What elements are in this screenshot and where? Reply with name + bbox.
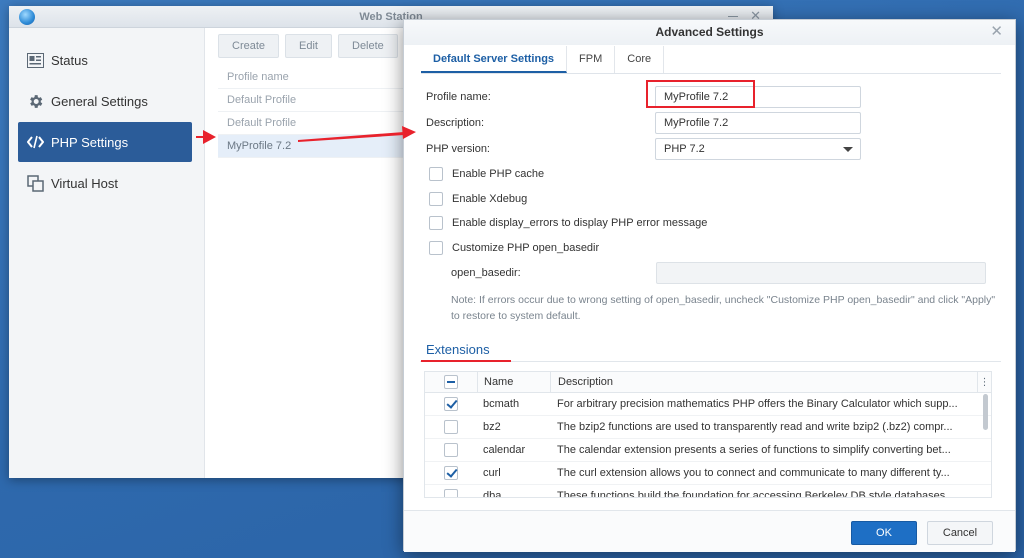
table-scrollbar[interactable] bbox=[983, 394, 988, 430]
gear-icon bbox=[26, 92, 44, 110]
extension-description: The curl extension allows you to connect… bbox=[557, 466, 950, 479]
annotation-underline bbox=[421, 360, 511, 362]
customize-open-basedir-label: Customize PHP open_basedir bbox=[452, 242, 600, 254]
tab-default-server-settings[interactable]: Default Server Settings bbox=[421, 46, 568, 73]
extension-name: bz2 bbox=[483, 420, 501, 433]
sidebar-item-label: Virtual Host bbox=[51, 175, 118, 191]
code-icon bbox=[26, 133, 44, 151]
annotation-highlight-box bbox=[646, 80, 755, 108]
dialog-title: Advanced Settings bbox=[404, 20, 1015, 45]
delete-button[interactable]: Delete bbox=[338, 34, 398, 58]
extension-description: For arbitrary precision mathematics PHP … bbox=[557, 397, 958, 410]
profile-row-selected[interactable]: MyProfile 7.2 bbox=[218, 135, 428, 158]
table-row[interactable]: dba These functions build the foundation… bbox=[425, 485, 991, 498]
profile-row[interactable]: Default Profile bbox=[218, 89, 428, 112]
sidebar-item-virtual-host[interactable]: Virtual Host bbox=[18, 163, 192, 203]
enable-xdebug-checkbox[interactable] bbox=[429, 192, 443, 206]
profile-list: Profile name Default Profile Default Pro… bbox=[218, 66, 428, 158]
extension-name: bcmath bbox=[483, 397, 520, 410]
php-version-value: PHP 7.2 bbox=[664, 143, 705, 155]
tab-core[interactable]: Core bbox=[615, 46, 665, 73]
extension-name: dba bbox=[483, 489, 502, 498]
sidebar-item-label: Status bbox=[51, 52, 88, 68]
table-row[interactable]: calendar The calendar extension presents… bbox=[425, 439, 991, 462]
sidebar-item-label: PHP Settings bbox=[51, 134, 129, 150]
dialog-footer: OK Cancel bbox=[404, 510, 1015, 552]
extension-description: The calendar extension presents a series… bbox=[557, 443, 951, 456]
enable-php-cache-checkbox[interactable] bbox=[429, 167, 443, 181]
dialog-close-icon[interactable]: ✕ bbox=[990, 24, 1003, 40]
extension-description: These functions build the foundation for… bbox=[557, 489, 955, 498]
toolbar: Create Edit Delete bbox=[218, 34, 398, 58]
sidebar-item-general-settings[interactable]: General Settings bbox=[18, 81, 192, 121]
status-icon bbox=[26, 51, 44, 69]
enable-php-cache-label: Enable PHP cache bbox=[452, 168, 545, 180]
select-all-cell bbox=[425, 372, 477, 392]
create-button[interactable]: Create bbox=[218, 34, 280, 58]
customize-open-basedir-checkbox[interactable] bbox=[429, 241, 443, 255]
ok-button[interactable]: OK bbox=[851, 521, 917, 545]
tab-fpm[interactable]: FPM bbox=[567, 46, 616, 73]
column-menu-icon[interactable]: ⋮ bbox=[977, 372, 991, 392]
column-header-description[interactable]: Description bbox=[550, 372, 977, 392]
open-basedir-label: open_basedir: bbox=[451, 267, 521, 279]
sidebar-item-php-settings[interactable]: PHP Settings bbox=[18, 122, 192, 162]
row-checkbox[interactable] bbox=[444, 397, 458, 411]
php-version-label: PHP version: bbox=[426, 143, 490, 155]
display-errors-label: Enable display_errors to display PHP err… bbox=[452, 217, 708, 229]
extension-name: curl bbox=[483, 466, 501, 479]
open-basedir-input bbox=[656, 262, 986, 284]
sidebar-item-status[interactable]: Status bbox=[18, 40, 192, 80]
enable-xdebug-label: Enable Xdebug bbox=[452, 193, 528, 205]
row-checkbox[interactable] bbox=[444, 489, 458, 497]
table-row[interactable]: bz2 The bzip2 functions are used to tran… bbox=[425, 416, 991, 439]
table-row[interactable]: curl The curl extension allows you to co… bbox=[425, 462, 991, 485]
column-header-name[interactable]: Name bbox=[477, 372, 550, 392]
chevron-down-icon bbox=[843, 147, 853, 152]
tab-bar: Default Server Settings FPM Core bbox=[421, 46, 1001, 74]
description-label: Description: bbox=[426, 117, 485, 129]
virtual-host-icon bbox=[26, 174, 44, 192]
extensions-table: Name Description ⋮ bcmath For arbitrary … bbox=[424, 371, 992, 498]
profile-list-header: Profile name bbox=[218, 66, 428, 89]
profile-row[interactable]: Default Profile bbox=[218, 112, 428, 135]
edit-button[interactable]: Edit bbox=[285, 34, 332, 58]
extension-name: calendar bbox=[483, 443, 526, 456]
description-input[interactable]: MyProfile 7.2 bbox=[655, 112, 861, 134]
row-checkbox[interactable] bbox=[444, 466, 458, 480]
extension-description: The bzip2 functions are used to transpar… bbox=[557, 420, 953, 433]
extensions-title: Extensions bbox=[426, 342, 490, 357]
cancel-button[interactable]: Cancel bbox=[927, 521, 993, 545]
select-all-checkbox[interactable] bbox=[444, 375, 458, 389]
row-checkbox[interactable] bbox=[444, 420, 458, 434]
display-errors-checkbox[interactable] bbox=[429, 216, 443, 230]
profile-name-label: Profile name: bbox=[426, 91, 491, 103]
table-header: Name Description ⋮ bbox=[425, 372, 991, 393]
php-version-select[interactable]: PHP 7.2 bbox=[655, 138, 861, 160]
open-basedir-note: Note: If errors occur due to wrong setti… bbox=[451, 294, 996, 322]
sidebar-item-label: General Settings bbox=[51, 93, 148, 109]
row-checkbox[interactable] bbox=[444, 443, 458, 457]
sidebar: Status General Settings PHP Settings Vir… bbox=[9, 28, 205, 478]
table-row[interactable]: bcmath For arbitrary precision mathemati… bbox=[425, 393, 991, 416]
